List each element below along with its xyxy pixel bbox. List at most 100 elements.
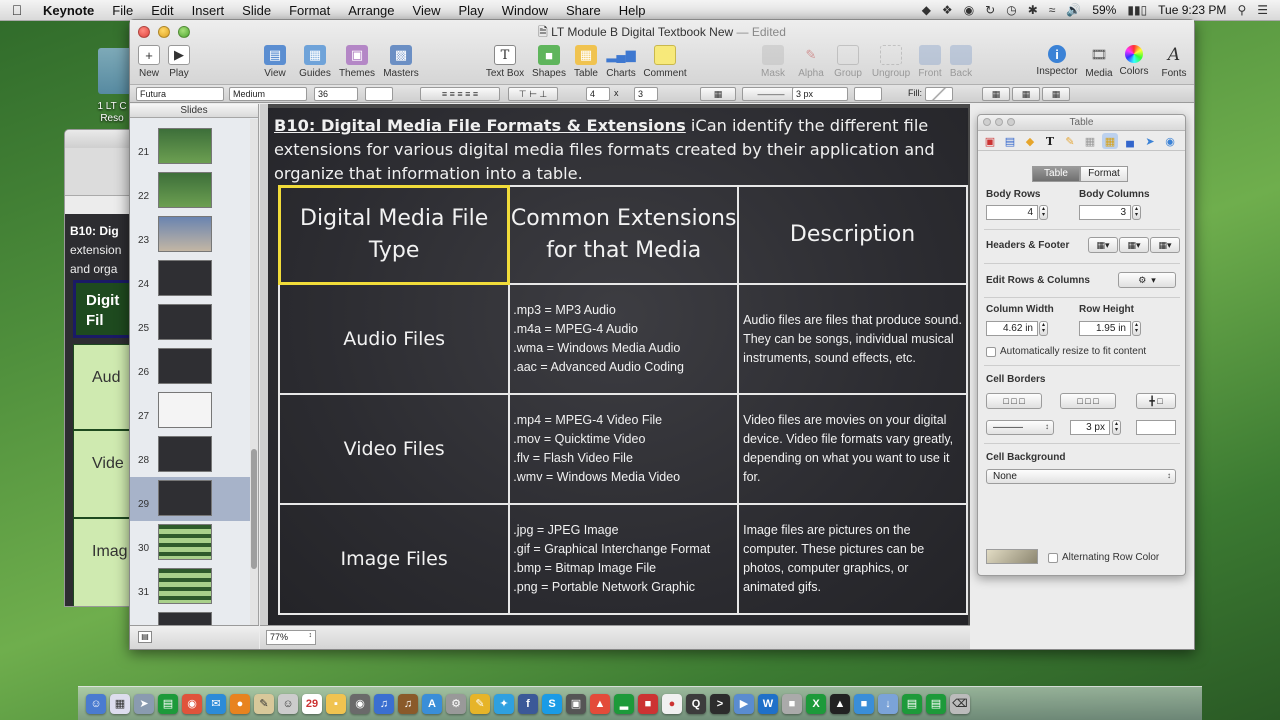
navigator-scroll-knob[interactable] [251,449,257,569]
wifi-icon[interactable]: ≈ [1049,3,1056,17]
slide-thumbnail[interactable] [158,568,212,604]
metrics-inspector-icon[interactable]: ▦ [1082,133,1098,149]
slide-thumbnail[interactable] [158,524,212,560]
chart-inspector-icon[interactable]: ▄ [1122,133,1138,149]
background-keynote-window[interactable]: B10: Dig extension and orga Digit Fil Au… [64,129,134,607]
table-header-cell[interactable]: Common Extensions for that Media [508,185,740,285]
comment-button[interactable]: Comment [642,45,688,79]
column-width-stepper[interactable]: ▴ ▾ [1039,321,1048,336]
header-rows-button[interactable]: ▦▾ [1088,237,1118,253]
slide-thumbnail[interactable] [158,436,212,472]
slide-thumbnail[interactable] [158,216,212,252]
keynote-doc-stack-icon[interactable]: ▤ [926,693,946,714]
time-machine-icon[interactable]: ◷ [1006,3,1016,17]
slide-thumbnail-row[interactable]: 22 [130,169,250,213]
table-description-cell[interactable]: Video files are movies on your digital d… [737,393,968,505]
font-weight-select[interactable]: Medium [229,87,307,101]
dropbox-icon[interactable]: ❖ [942,3,953,17]
charts-button[interactable]: ▂▄▆ Charts [605,45,637,79]
table-cols-field[interactable]: 3 [634,87,658,101]
border-style-menu[interactable]: ▦ [700,87,736,101]
table-button[interactable]: ▦ Table [571,45,601,79]
vertical-alignment-buttons[interactable]: ⊤ ⊢ ⊥ [508,87,558,101]
menu-play[interactable]: Play [449,3,492,18]
terminal-icon[interactable]: > [710,693,730,714]
body-rows-stepper[interactable]: ▴ ▾ [1039,205,1048,220]
excel-icon[interactable]: X [806,693,826,714]
outer-borders-buttons[interactable]: □ □ □ [986,393,1042,409]
navigator-scrollbar[interactable] [250,119,258,625]
camera-icon[interactable]: ◉ [964,3,974,17]
slide-thumbnail[interactable] [158,348,212,384]
apple-menu-icon[interactable]:  [0,2,34,18]
table-inspector-icon[interactable]: ▦ [1102,133,1118,149]
edit-rows-columns-gear-button[interactable]: ⚙ ▾ [1118,272,1176,288]
front-button[interactable]: Front [915,45,945,79]
slide-thumbnail-row[interactable]: 23 [130,213,250,257]
keynote-doc-stack-icon[interactable]: ▤ [902,693,922,714]
tab-format[interactable]: Format [1080,166,1128,182]
slide-inspector-icon[interactable]: ▤ [1002,133,1018,149]
menu-format[interactable]: Format [280,3,339,18]
trash-icon[interactable]: ⌫ [950,693,970,714]
slide-heading-text[interactable]: B10: Digital Media File Formats & Extens… [274,114,964,186]
fonts-button[interactable]: A Fonts [1158,45,1190,79]
word-icon[interactable]: W [758,693,778,714]
quicktime-icon[interactable]: Q [686,693,706,714]
slide-thumbnail[interactable] [158,304,212,340]
utility-icon[interactable]: ■ [782,693,802,714]
stroke-width-field[interactable]: 3 px [792,87,848,101]
media-button[interactable]: 🎞 Media [1084,45,1114,79]
text-color-well[interactable] [365,87,393,101]
menu-share[interactable]: Share [557,3,610,18]
contacts-icon[interactable]: ☺ [278,693,298,714]
row-height-stepper[interactable]: ▴ ▾ [1132,321,1141,336]
table-description-cell[interactable]: Audio files are files that produce sound… [737,283,968,395]
screenflow-icon[interactable]: ▶ [734,693,754,714]
border-color-well[interactable] [1136,420,1176,435]
table-type-cell[interactable]: Video Files [277,393,511,505]
footer-rows-button[interactable]: ▦▾ [1150,237,1180,253]
slide-thumbnail-row[interactable]: 21 [130,125,250,169]
text-box-button[interactable]: T Text Box [484,45,526,79]
system-preferences-icon[interactable]: ⚙ [446,693,466,714]
border-style-select[interactable]: ——— ↕ [986,420,1054,435]
view-button[interactable]: ▤ View [258,45,292,79]
masters-button[interactable]: ▩ Masters [381,45,421,79]
document-inspector-icon[interactable]: ▣ [982,133,998,149]
slide-thumbnail-row[interactable]: 31 [130,565,250,609]
table-type-cell[interactable]: Image Files [277,503,511,615]
slide-thumbnail-row[interactable]: 26 [130,345,250,389]
table-extensions-cell[interactable]: .jpg = JPEG Image .gif = Graphical Inter… [508,503,740,615]
alternating-row-color-checkbox[interactable]: Alternating Row Color [1048,552,1159,563]
table-header-rows-menu[interactable]: ▦ [982,87,1010,101]
table-header-cell[interactable]: Description [737,185,968,285]
pdf-app-icon[interactable]: ■ [638,693,658,714]
all-borders-buttons[interactable]: ╋ □ [1136,393,1176,409]
itunes-icon[interactable]: ♫ [374,693,394,714]
slide-thumbnail[interactable] [158,260,212,296]
body-rows-field[interactable]: 4 [986,205,1038,220]
record-icon[interactable]: ● [662,693,682,714]
preview-icon[interactable]: ▣ [566,693,586,714]
menu-help[interactable]: Help [610,3,655,18]
table-rows-field[interactable]: 4 [586,87,610,101]
facebook-icon[interactable]: f [518,693,538,714]
shapes-button[interactable]: ■ Shapes [531,45,567,79]
battery-percent[interactable]: 59% [1092,3,1116,17]
inner-borders-buttons[interactable]: □ □ □ [1060,393,1116,409]
quicktime-inspector-icon[interactable]: ◉ [1162,133,1178,149]
text-inspector-icon[interactable]: T [1042,133,1058,149]
safari-icon[interactable]: ➤ [134,693,154,714]
activity-monitor-icon[interactable]: ▲ [830,693,850,714]
menu-view[interactable]: View [404,3,450,18]
checkbox-box[interactable] [986,346,996,357]
back-button[interactable]: Back [947,45,975,79]
garageband-icon[interactable]: ♫ [398,693,418,714]
numbers-icon[interactable]: ▂ [614,693,634,714]
app-store-icon[interactable]: A [422,693,442,714]
row-height-field[interactable]: 1.95 in [1079,321,1131,336]
firefox-icon[interactable]: ● [230,693,250,714]
slide-thumbnail[interactable] [158,612,212,625]
evernote-icon[interactable]: ◆ [922,3,931,17]
